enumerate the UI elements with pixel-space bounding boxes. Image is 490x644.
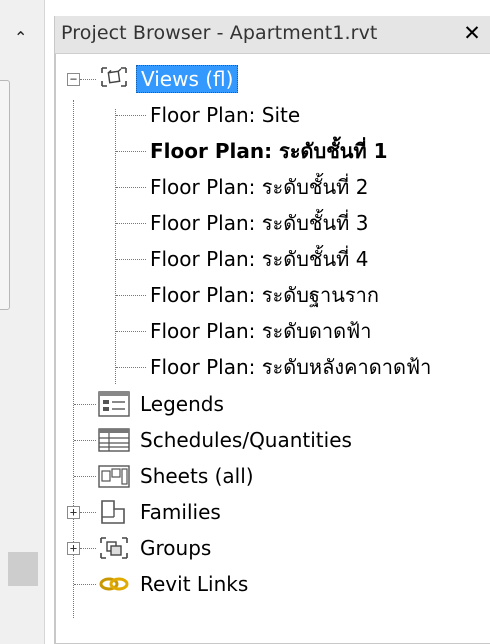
close-button[interactable]: ✕ xyxy=(461,20,483,46)
tree-item-label: Views (fl) xyxy=(136,65,239,93)
tree-item-label: Floor Plan: ระดับฐานราก xyxy=(150,283,379,307)
panel-titlebar[interactable]: Project Browser - Apartment1.rvt ✕ xyxy=(55,16,490,54)
groups-icon xyxy=(100,537,128,559)
panel-title: Project Browser - Apartment1.rvt xyxy=(61,22,378,44)
tree-line xyxy=(116,151,146,152)
families-icon xyxy=(101,500,125,524)
tree-line xyxy=(116,295,146,296)
tree-item-groups[interactable]: Groups xyxy=(140,533,211,563)
tree-item-families[interactable]: Families xyxy=(140,497,221,527)
tree-item-floor-plan[interactable]: Floor Plan: ระดับชั้นที่ 2 xyxy=(148,172,368,202)
tree-line xyxy=(116,223,146,224)
schedules-icon xyxy=(98,428,130,452)
sheets-icon xyxy=(98,465,130,488)
views-icon xyxy=(101,67,127,87)
tree-line xyxy=(80,512,96,513)
tree-item-floor-plan[interactable]: Floor Plan: ระดับดาดฟ้า xyxy=(148,316,372,346)
tree-line xyxy=(116,367,146,368)
tree-item-floor-plan[interactable]: Floor Plan: ระดับหลังคาดาดฟ้า xyxy=(148,352,431,382)
expand-toggle[interactable]: + xyxy=(67,506,80,519)
tree-item-sheets[interactable]: Sheets (all) xyxy=(140,461,254,491)
tree-line xyxy=(116,187,146,188)
tree-item-floor-plan[interactable]: Floor Plan: ระดับชั้นที่ 1 xyxy=(148,136,388,166)
browser-tree: − Views (fl) Floor Plan: Site Floor Plan… xyxy=(55,54,490,644)
tree-item-label: Floor Plan: ระดับชั้นที่ 1 xyxy=(150,139,388,163)
tree-item-floor-plan[interactable]: Floor Plan: ระดับฐานราก xyxy=(148,280,379,310)
tree-item-views[interactable]: Views (fl) xyxy=(136,64,239,94)
collapse-toggle[interactable]: − xyxy=(67,73,80,86)
tree-line xyxy=(116,259,146,260)
legends-icon xyxy=(98,391,130,417)
tree-item-label: Floor Plan: ระดับชั้นที่ 2 xyxy=(150,175,369,199)
tree-item-legends[interactable]: Legends xyxy=(140,389,224,419)
tree-line xyxy=(116,331,146,332)
tree-item-label: Legends xyxy=(140,392,224,416)
tree-item-label: Families xyxy=(140,500,221,524)
tree-line xyxy=(74,404,96,405)
project-browser-panel: Project Browser - Apartment1.rvt ✕ − Vie… xyxy=(54,16,490,644)
tree-item-label: Sheets (all) xyxy=(140,464,254,488)
tree-item-label: Schedules/Quantities xyxy=(140,428,352,452)
tree-line xyxy=(80,79,96,80)
tree-line xyxy=(74,476,96,477)
tree-line xyxy=(80,548,96,549)
expand-toggle[interactable]: + xyxy=(67,542,80,555)
link-icon xyxy=(99,577,129,591)
adjacent-panel-frame xyxy=(0,80,10,310)
tree-line xyxy=(116,115,146,116)
adjacent-panel-strip: ⌃ xyxy=(0,0,45,644)
scroll-up-arrow[interactable]: ⌃ xyxy=(14,30,27,46)
tree-item-schedules[interactable]: Schedules/Quantities xyxy=(140,425,352,455)
tree-item-revit-links[interactable]: Revit Links xyxy=(140,569,248,599)
tree-item-label: Floor Plan: ระดับหลังคาดาดฟ้า xyxy=(150,355,432,379)
tree-item-floor-plan[interactable]: Floor Plan: ระดับชั้นที่ 4 xyxy=(148,244,368,274)
tree-item-label: Groups xyxy=(140,536,212,560)
tree-line xyxy=(74,584,96,585)
scrollbar-thumb[interactable] xyxy=(8,552,38,586)
tree-item-floor-plan[interactable]: Floor Plan: ระดับชั้นที่ 3 xyxy=(148,208,368,238)
tree-item-floor-plan[interactable]: Floor Plan: Site xyxy=(148,100,300,130)
tree-line xyxy=(74,440,96,441)
tree-item-label: Floor Plan: ระดับชั้นที่ 3 xyxy=(150,211,369,235)
tree-item-label: Floor Plan: ระดับชั้นที่ 4 xyxy=(150,247,369,271)
tree-item-label: Floor Plan: ระดับดาดฟ้า xyxy=(150,319,372,343)
tree-item-label: Floor Plan: Site xyxy=(150,103,301,127)
tree-item-label: Revit Links xyxy=(140,572,249,596)
